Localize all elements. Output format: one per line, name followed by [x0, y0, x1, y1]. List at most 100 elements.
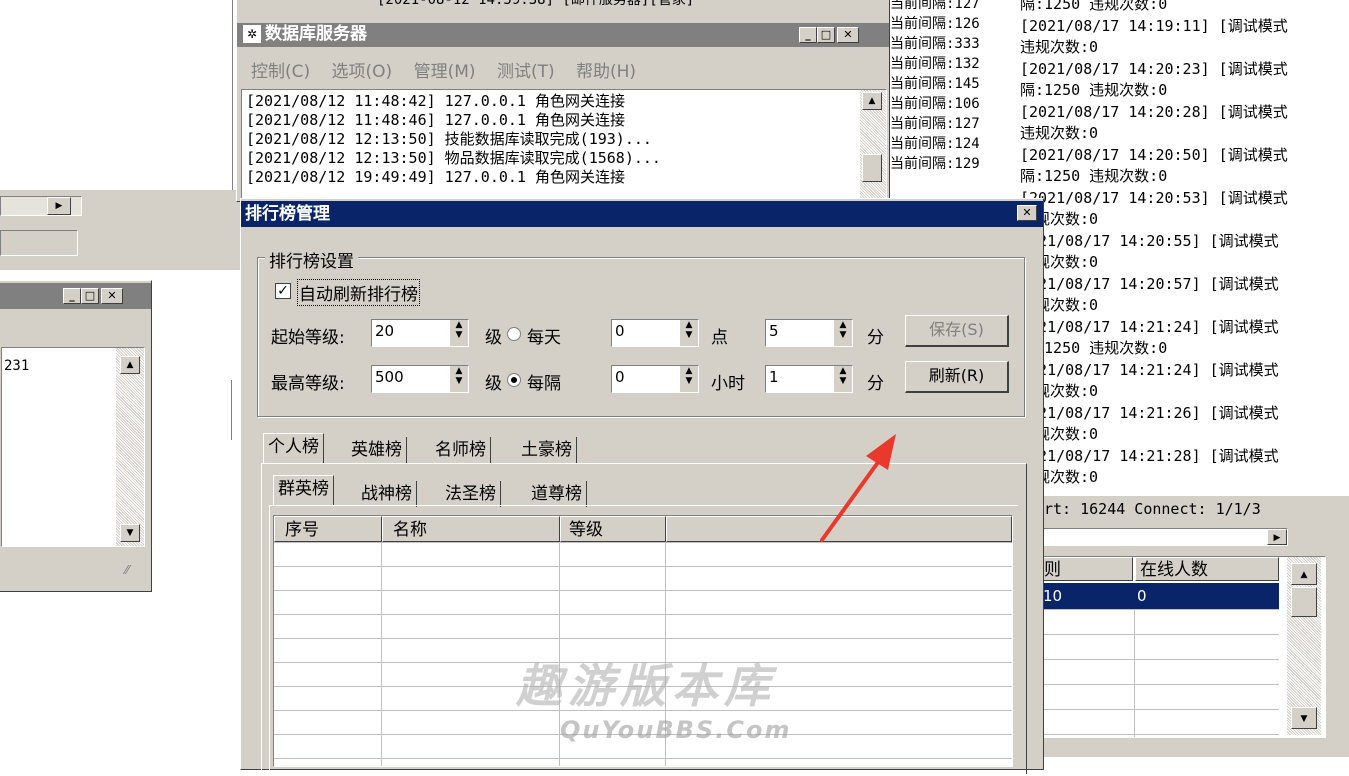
interval-line: 当前间隔:129	[890, 156, 980, 172]
right-log-list: 隔:1250 违规次数:0 [2021/08/17 14:19:11] [调试模式…	[1020, 0, 1288, 489]
col-header-index[interactable]: 序号	[274, 516, 382, 542]
right-log-line: [2021/08/17 14:20:50] [调试模式	[1020, 145, 1288, 164]
db-menu-bar: 控制(C) 选项(O) 管理(M) 测试(T) 帮助(H)	[251, 57, 636, 82]
tab-hero[interactable]: 英雄榜	[347, 437, 407, 463]
daily-hour-spinner[interactable]: 0 ▲ ▼	[611, 319, 699, 347]
scroll-up-icon[interactable]: ▲	[862, 92, 882, 110]
online-col-header-2[interactable]: 在线人数	[1135, 557, 1279, 581]
online-grid	[1041, 609, 1279, 737]
resize-grip-icon[interactable]: ⁄⁄	[125, 563, 129, 577]
tab-personal[interactable]: 个人榜	[263, 433, 324, 463]
spinner-arrows-icon[interactable]: ▲ ▼	[450, 320, 468, 346]
ranking-title: 排行榜管理	[245, 204, 330, 224]
right-log-line: [2021/08/17 14:20:28] [调试模式	[1020, 102, 1288, 121]
right-log-line: 违规次数:0	[1020, 253, 1099, 271]
interval-label[interactable]: 每隔	[527, 369, 561, 394]
close-icon[interactable]: ✕	[1017, 205, 1037, 221]
watermark-main: 趣游版本库	[516, 659, 776, 713]
left-hscroll[interactable]: ▶	[0, 196, 82, 216]
close-icon[interactable]: ✕	[837, 27, 859, 43]
close-icon[interactable]: ✕	[101, 288, 123, 304]
right-log-line: [2021/08/17 14:20:53] [调试模式	[1020, 188, 1288, 207]
online-table[interactable]: 则 在线人数 10 0 ▲ ▼	[1040, 556, 1326, 738]
interval-radio[interactable]	[507, 373, 521, 387]
spinner-arrows-icon[interactable]: ▲ ▼	[680, 320, 698, 346]
scroll-up-icon[interactable]: ▲	[1291, 563, 1317, 585]
interval-hour-spinner[interactable]: 0 ▲ ▼	[611, 365, 699, 393]
group-label: 排行榜设置	[265, 247, 358, 272]
scroll-down-icon[interactable]: ▼	[1291, 707, 1317, 729]
daily-radio[interactable]	[507, 327, 521, 341]
scroll-up-icon[interactable]: ▲	[120, 356, 140, 374]
right-log-line: 2021/08/17 14:21:24] [调试模式	[1020, 317, 1279, 336]
menu-test[interactable]: 测试(T)	[497, 62, 555, 82]
left-window: _ □ ✕ 231 ▲ ▼ ⁄⁄	[0, 280, 152, 592]
max-level-spinner[interactable]: 500 ▲ ▼	[371, 365, 469, 393]
menu-control[interactable]: 控制(C)	[251, 62, 310, 82]
scroll-down-icon[interactable]: ▼	[120, 524, 140, 542]
db-log-scroll-thumb[interactable]	[862, 154, 882, 182]
right-log-line: 违规次数:0	[1020, 124, 1099, 142]
online-col-header-1[interactable]: 则	[1041, 557, 1133, 581]
col-header-name[interactable]: 名称	[382, 516, 560, 542]
online-scroll-thumb[interactable]	[1291, 587, 1317, 617]
db-log-line: [2021/08/12 11:48:42] 127.0.0.1 角色网关连接	[246, 92, 625, 110]
interval-line: 当前间隔:333	[890, 36, 980, 52]
start-level-spinner[interactable]: 20 ▲ ▼	[371, 319, 469, 347]
tab-tycoon[interactable]: 土豪榜	[517, 437, 577, 463]
db-log-list[interactable]: [2021/08/12 11:48:42] 127.0.0.1 角色网关连接 [2…	[241, 89, 887, 201]
minimize-icon[interactable]: _	[63, 288, 81, 304]
subtab-qunying[interactable]: 群英榜	[273, 475, 334, 505]
online-row-selected[interactable]: 10 0	[1041, 583, 1279, 609]
left-window-list[interactable]: 231 ▲ ▼	[1, 347, 145, 547]
daily-minute-input[interactable]: 5	[766, 320, 834, 346]
db-log-lines: [2021/08/12 11:48:42] 127.0.0.1 角色网关连接 [2…	[246, 92, 661, 187]
scroll-right-icon[interactable]: ▶	[1267, 529, 1287, 545]
subtab-daozun[interactable]: 道尊榜	[527, 481, 587, 507]
left-window-vscroll[interactable]	[116, 348, 144, 546]
db-server-window: [2021-08-12 14:59:38] [邮件服务器][管家] ✲ 数据库服…	[236, 0, 890, 202]
interval-column: 当前间隔:127 当前间隔:126 当前间隔:333 当前间隔:132 当前间隔:145…	[888, 0, 1016, 200]
spinner-arrows-icon[interactable]: ▲ ▼	[834, 320, 852, 346]
start-level-input[interactable]: 20	[372, 320, 450, 346]
max-level-input[interactable]: 500	[372, 366, 450, 392]
interval-hour-input[interactable]: 0	[612, 366, 680, 392]
right-hscroll[interactable]: ▶	[1040, 528, 1288, 546]
minute-label-1: 分	[867, 328, 884, 348]
maximize-icon[interactable]: □	[817, 27, 835, 43]
db-log-line: [2021/08/12 12:13:50] 技能数据库读取完成(193)...	[246, 130, 652, 148]
daily-label[interactable]: 每天	[527, 323, 561, 348]
hour-label: 小时	[711, 374, 745, 394]
auto-refresh-checkbox[interactable]: ✓	[275, 283, 291, 299]
menu-manage[interactable]: 管理(M)	[414, 62, 476, 82]
minimize-icon[interactable]: _	[799, 27, 817, 43]
subtab-fasheng[interactable]: 法圣榜	[441, 481, 501, 507]
daily-hour-input[interactable]: 0	[612, 320, 680, 346]
maximize-icon[interactable]: □	[81, 288, 99, 304]
daily-minute-spinner[interactable]: 5 ▲ ▼	[765, 319, 853, 347]
tab-master[interactable]: 名师榜	[431, 437, 491, 463]
interval-minute-spinner[interactable]: 1 ▲ ▼	[765, 365, 853, 393]
refresh-button[interactable]: 刷新(R)	[905, 361, 1009, 393]
menu-help[interactable]: 帮助(H)	[576, 62, 636, 82]
online-cell-2: 0	[1137, 587, 1147, 605]
save-button[interactable]: 保存(S)	[905, 315, 1009, 347]
spinner-arrows-icon[interactable]: ▲ ▼	[450, 366, 468, 392]
spinner-arrows-icon[interactable]: ▲ ▼	[834, 366, 852, 392]
radio-dot-icon	[511, 377, 517, 383]
subtab-zhanshen[interactable]: 战神榜	[357, 481, 417, 507]
right-log-line: 违规次数:0	[1020, 382, 1099, 400]
right-log-line: 违规次数:0	[1020, 38, 1099, 56]
scroll-right-icon[interactable]: ▶	[47, 197, 71, 215]
menu-options[interactable]: 选项(O)	[332, 62, 393, 82]
col-header-level[interactable]: 等级	[560, 516, 666, 542]
app-icon: ✲	[243, 25, 261, 43]
auto-refresh-label[interactable]: 自动刷新排行榜	[297, 279, 420, 306]
spinner-arrows-icon[interactable]: ▲ ▼	[680, 366, 698, 392]
left-edge-lines	[231, 380, 237, 440]
right-log-line: 隔:1250 违规次数:0	[1020, 0, 1168, 13]
left-window-titlebar: _ □ ✕	[0, 283, 151, 309]
start-level-label: 起始等级:	[271, 328, 345, 348]
left-scroll-strip: ▶	[0, 190, 240, 270]
interval-minute-input[interactable]: 1	[766, 366, 834, 392]
